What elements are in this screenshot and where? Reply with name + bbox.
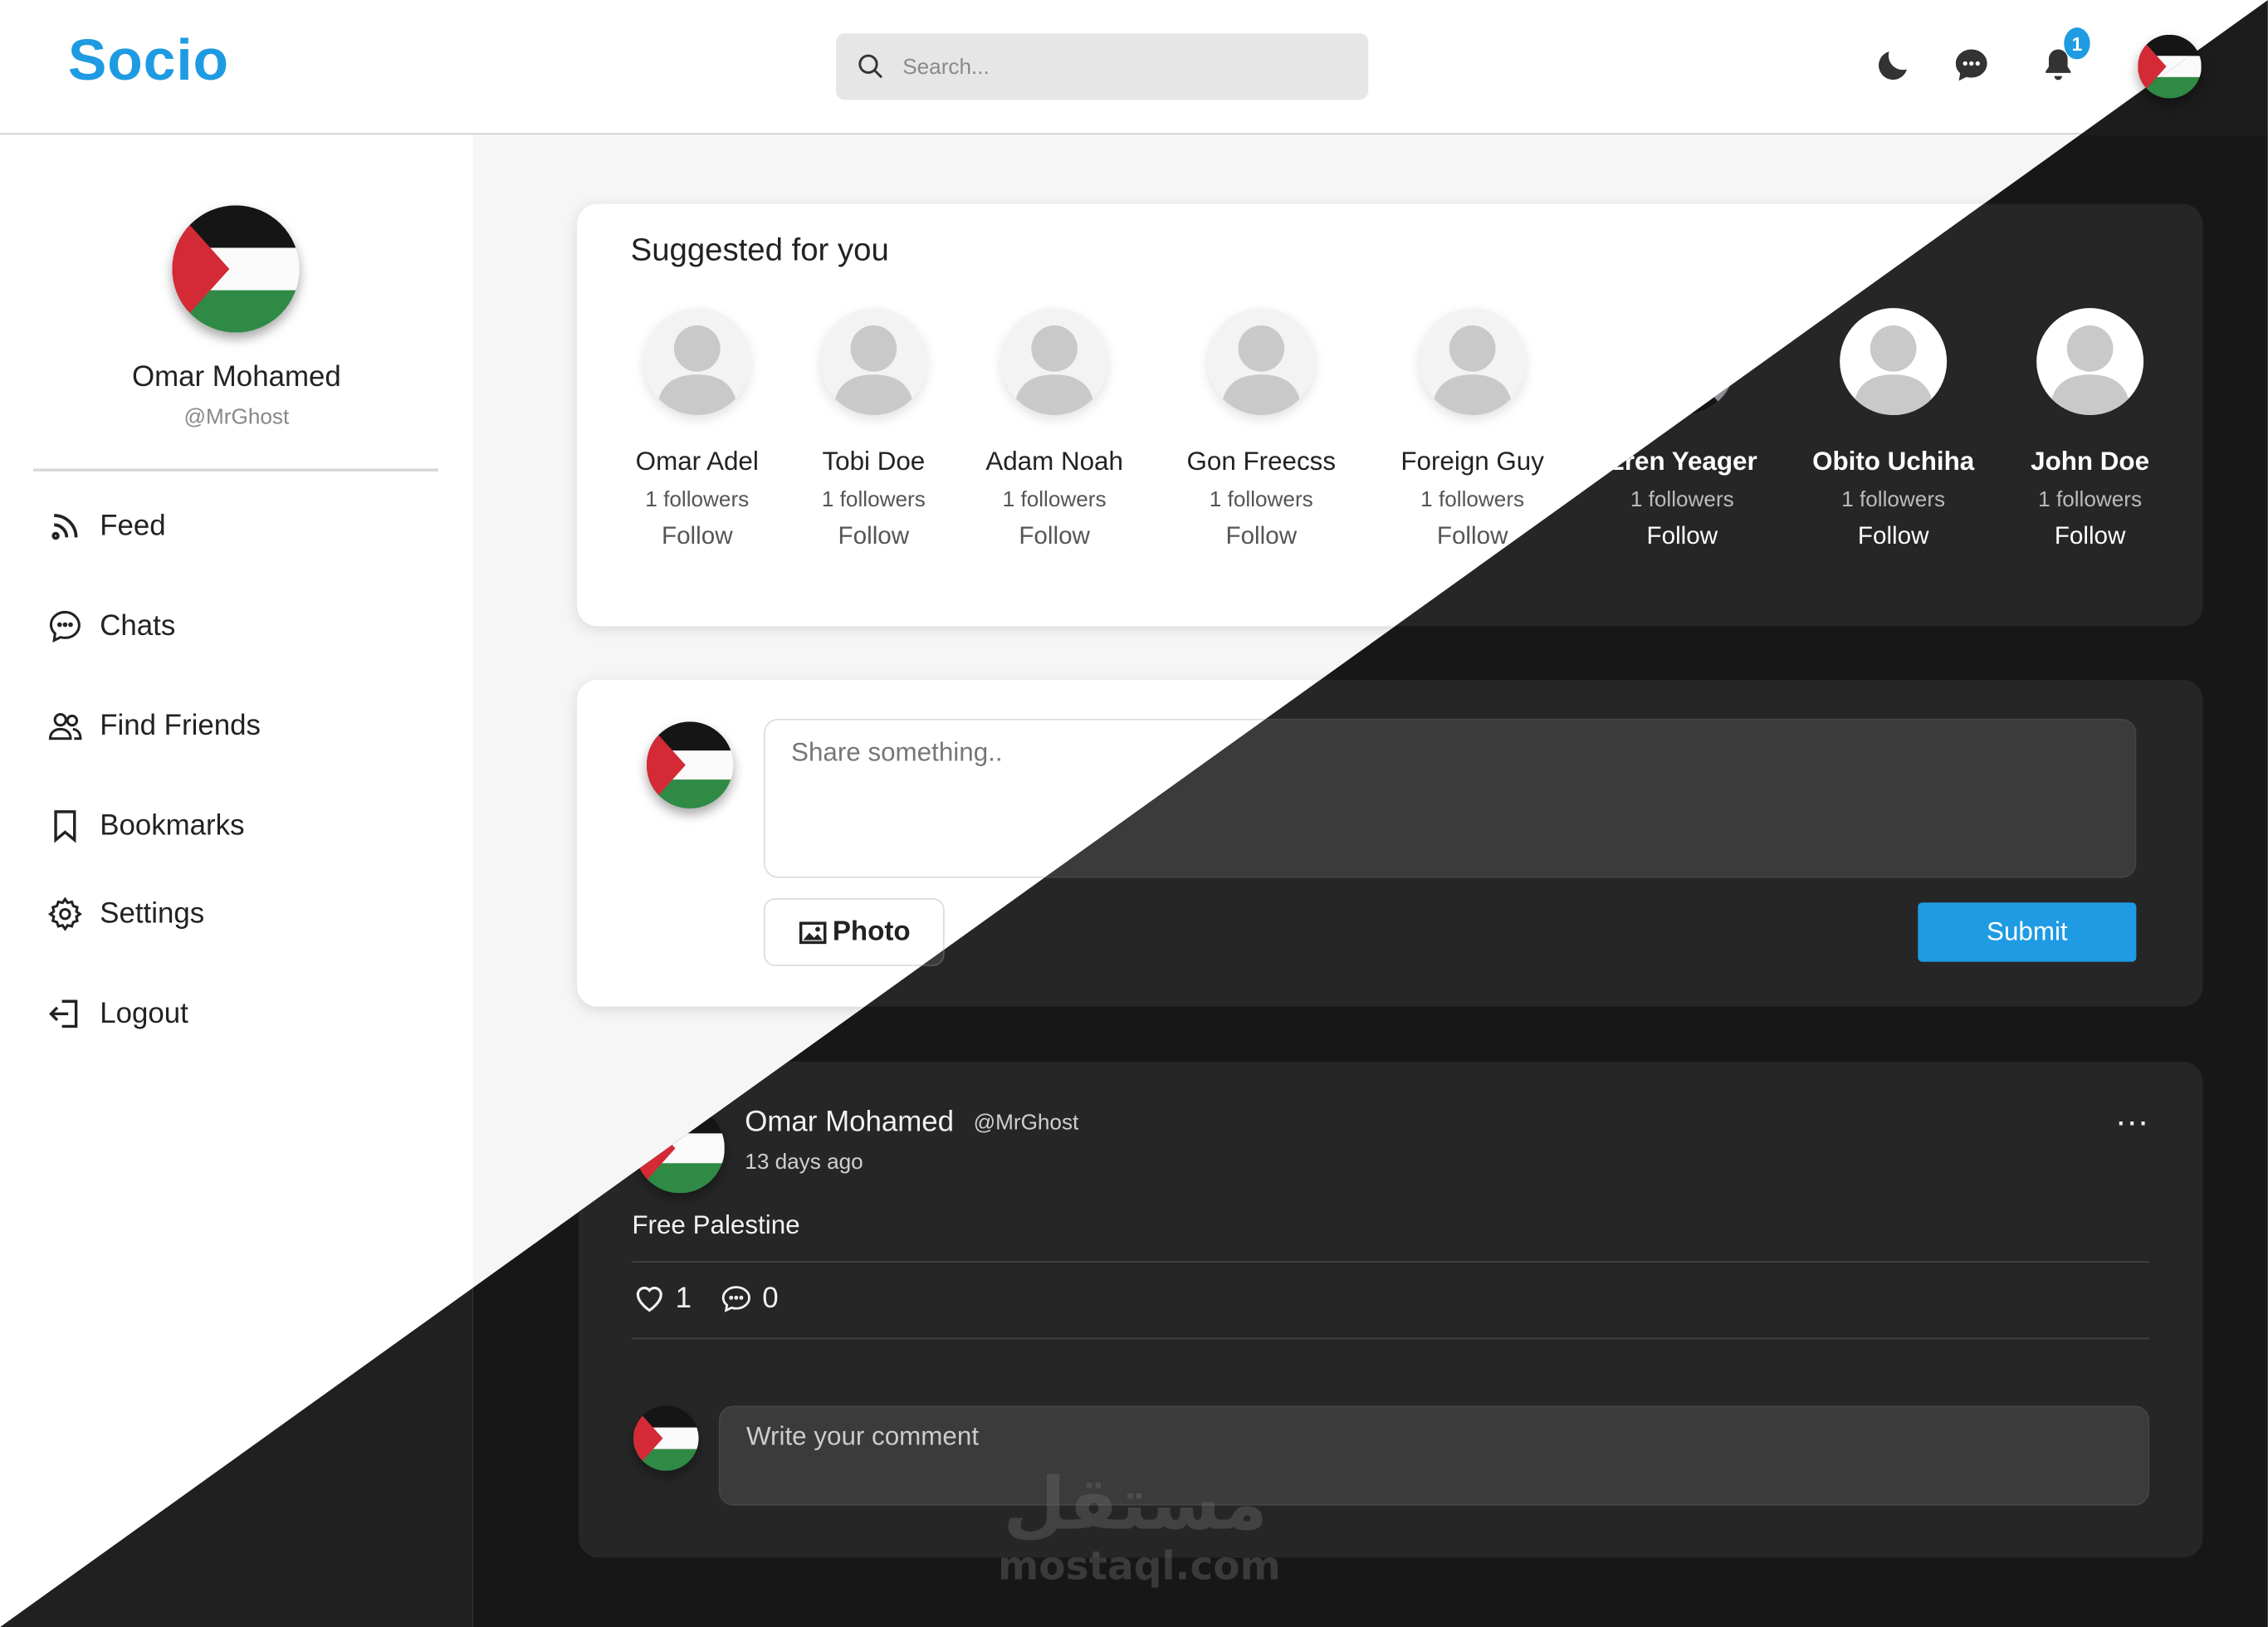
bell-icon[interactable]: 1 <box>2035 27 2090 89</box>
suggestion-name[interactable]: Omar Adel <box>604 447 791 477</box>
share-avatar <box>647 721 734 809</box>
post-options-button[interactable]: ... <box>2116 1095 2149 1136</box>
follow-button[interactable]: Follow <box>1996 522 2183 551</box>
submit-button[interactable]: Submit <box>1918 902 2137 962</box>
like-button[interactable]: 1 <box>632 1282 692 1317</box>
suggestion-followers: 1 followers <box>2038 487 2143 512</box>
user-avatar[interactable] <box>1840 308 1948 416</box>
suggestion-name[interactable]: Gon Freecss <box>1167 447 1355 477</box>
sidebar-item-logout[interactable]: Logout <box>46 995 188 1033</box>
suggestion-followers: 1 followers <box>821 487 926 512</box>
suggestion-item: Omar Adel 1 followers Follow <box>604 308 791 551</box>
image-icon <box>799 921 826 944</box>
comment-input[interactable] <box>718 1405 2150 1506</box>
user-avatar[interactable] <box>643 308 751 416</box>
heart-icon <box>636 1287 662 1312</box>
sidebar-item-label: Logout <box>100 997 188 1029</box>
sidebar-item-bookmarks[interactable]: Bookmarks <box>46 807 245 844</box>
sidebar-item-settings[interactable]: Settings <box>46 895 204 932</box>
like-count: 1 <box>675 1282 692 1314</box>
photo-button[interactable]: Photo <box>763 897 945 966</box>
user-avatar[interactable] <box>1207 308 1315 416</box>
profile-handle: @MrGhost <box>183 404 290 430</box>
follow-button[interactable]: Follow <box>604 522 791 551</box>
follow-button[interactable]: Follow <box>1167 522 1355 551</box>
post-divider <box>632 1337 2150 1340</box>
profile-name: Omar Mohamed <box>131 361 341 393</box>
sidebar-item-label: Chats <box>100 609 176 642</box>
sidebar-item-feed[interactable]: Feed <box>46 508 166 545</box>
post-author-handle: @MrGhost <box>973 1111 1079 1136</box>
suggestion-name[interactable]: John Doe <box>1996 447 2183 477</box>
sidebar-item-label: Find Friends <box>100 709 261 741</box>
follow-button[interactable]: Follow <box>780 522 967 551</box>
suggestions-title: Suggested for you <box>630 231 889 268</box>
user-avatar[interactable] <box>2036 308 2144 416</box>
suggestion-item: Tobi Doe 1 followers Follow <box>780 308 967 551</box>
suggestion-followers: 1 followers <box>1841 487 1946 512</box>
suggestion-followers: 1 followers <box>1630 487 1734 512</box>
rss-icon <box>51 514 78 540</box>
comment-button[interactable]: 0 <box>719 1282 779 1317</box>
suggestion-name[interactable]: Obito Uchiha <box>1799 447 1987 477</box>
comment-count: 0 <box>762 1282 779 1314</box>
suggestion-followers: 1 followers <box>1002 487 1107 512</box>
gear-icon <box>47 897 82 931</box>
suggestion-followers: 1 followers <box>1209 487 1313 512</box>
sidebar-item-label: Bookmarks <box>100 809 245 842</box>
suggestion-item: Obito Uchiha 1 followers Follow <box>1799 308 1987 551</box>
suggestion-item: Foreign Guy 1 followers Follow <box>1378 308 1566 551</box>
moon-icon[interactable] <box>1870 42 1917 89</box>
sidebar-item-label: Settings <box>100 897 205 930</box>
sidebar-divider <box>33 468 438 471</box>
chat-icon <box>49 610 81 642</box>
suggestion-name[interactable]: Foreign Guy <box>1378 447 1566 477</box>
search-bar[interactable] <box>836 33 1369 100</box>
photo-button-label: Photo <box>832 916 911 947</box>
post-text: Free Palestine <box>632 1210 800 1240</box>
suggestion-name[interactable]: Adam Noah <box>960 447 1148 477</box>
suggestion-item: Adam Noah 1 followers Follow <box>960 308 1148 551</box>
comment-icon <box>721 1286 750 1312</box>
user-avatar[interactable] <box>1000 308 1108 416</box>
follow-button[interactable]: Follow <box>1588 522 1776 551</box>
post-timestamp: 13 days ago <box>745 1150 863 1175</box>
logout-icon <box>49 999 78 1028</box>
post-author-name[interactable]: Omar Mohamed <box>745 1107 954 1140</box>
suggestion-item: John Doe 1 followers Follow <box>1996 308 2183 551</box>
post-divider <box>632 1261 2150 1263</box>
follow-button[interactable]: Follow <box>1799 522 1987 551</box>
user-avatar[interactable] <box>1419 308 1527 416</box>
notification-badge: 1 <box>2064 27 2090 60</box>
comment-avatar <box>633 1406 698 1471</box>
user-avatar[interactable] <box>819 308 927 416</box>
bookmark-icon <box>54 810 76 843</box>
search-input[interactable] <box>902 54 1308 79</box>
sidebar-item-label: Feed <box>100 510 166 542</box>
app-logo[interactable]: Socio <box>68 29 229 94</box>
search-icon <box>858 54 882 79</box>
chat-bubble-icon[interactable] <box>1948 42 1995 89</box>
users-icon <box>48 712 82 740</box>
suggestion-followers: 1 followers <box>1420 487 1525 512</box>
suggestion-name[interactable]: Tobi Doe <box>780 447 967 477</box>
profile-avatar[interactable] <box>172 205 299 332</box>
suggestion-followers: 1 followers <box>645 487 750 512</box>
suggestion-item: Gon Freecss 1 followers Follow <box>1167 308 1355 551</box>
follow-button[interactable]: Follow <box>960 522 1148 551</box>
sidebar-item-find-friends[interactable]: Find Friends <box>46 707 261 745</box>
top-header: Socio 1 <box>0 0 2268 135</box>
sidebar-item-chats[interactable]: Chats <box>46 608 176 645</box>
